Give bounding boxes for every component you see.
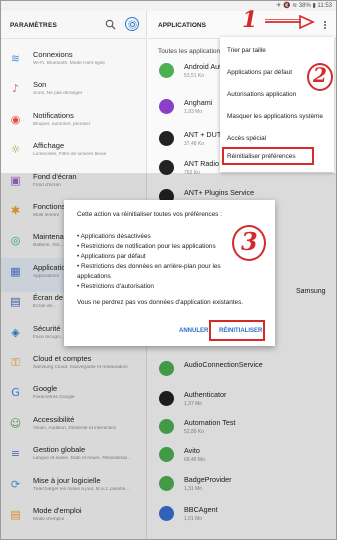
status-bar: ✈ 🔇 ≋ 38% ▮ 11:53 bbox=[1, 1, 336, 11]
search-icon[interactable] bbox=[105, 19, 116, 30]
app-size: 53,51 Ko bbox=[184, 73, 205, 79]
cancel-button[interactable]: ANNULER bbox=[179, 328, 208, 334]
dialog-note: Vous ne perdrez pas vos données d'applic… bbox=[77, 299, 244, 306]
dialog-line: • Applications désactivées bbox=[77, 233, 151, 240]
gear-icon[interactable] bbox=[125, 17, 139, 31]
more-options-icon[interactable] bbox=[322, 20, 328, 32]
settings-item[interactable]: ☼ Affichage Luminosité, Filtre de lumière … bbox=[1, 136, 147, 170]
settings-item-subtitle: Bloquer, autoriser, prioriser bbox=[33, 121, 91, 127]
settings-item-title: Son bbox=[33, 80, 47, 90]
settings-header: PARAMÈTRES bbox=[1, 11, 146, 39]
menu-item-default-apps[interactable]: Applications par défaut bbox=[227, 69, 292, 76]
settings-title: PARAMÈTRES bbox=[10, 22, 58, 29]
app-icon bbox=[159, 99, 174, 114]
app-size: 1,93 Mo bbox=[184, 109, 203, 115]
display-icon: ☼ bbox=[10, 143, 21, 157]
step-3-marker: 3 bbox=[241, 227, 258, 256]
dialog-line: • Applications par défaut bbox=[77, 253, 146, 260]
dialog-line: applications bbox=[77, 273, 111, 280]
app-name: Android Auto bbox=[184, 62, 226, 71]
step-2-marker: 2 bbox=[313, 63, 327, 87]
app-size: 37,48 Ko bbox=[184, 141, 205, 147]
dialog-line: • Restrictions de notification pour les … bbox=[77, 243, 216, 250]
bell-icon: ◉ bbox=[10, 112, 21, 126]
applications-title: APPLICATIONS bbox=[158, 22, 206, 29]
apps-filter-label[interactable]: Toutes les applications bbox=[158, 48, 223, 55]
screen: ✈ 🔇 ≋ 38% ▮ 11:53 PARAMÈTRES ≋ Connexions… bbox=[0, 0, 337, 540]
settings-item[interactable]: ≋ Connexions Wi-Fi, Bluetooth, Mode Hors-l… bbox=[1, 45, 147, 79]
menu-item-app-permissions[interactable]: Autorisations application bbox=[227, 91, 296, 98]
settings-item-title: Affichage bbox=[33, 141, 65, 151]
dialog-line: • Restrictions des données en arrière-pl… bbox=[77, 263, 221, 270]
settings-item-subtitle: Wi-Fi, Bluetooth, Mode Hors-ligne bbox=[33, 61, 105, 66]
settings-item[interactable]: ◉ Notifications Bloquer, autoriser, priori… bbox=[1, 106, 147, 140]
speaker-icon: ♪ bbox=[11, 82, 20, 96]
settings-item-title: Notifications bbox=[33, 110, 74, 120]
wifi-icon: ≋ bbox=[10, 52, 21, 65]
menu-item-special-access[interactable]: Accès spécial bbox=[227, 135, 266, 142]
app-icon bbox=[159, 63, 174, 78]
step-1-arrow-icon bbox=[265, 15, 315, 29]
settings-item[interactable]: ♪ Son Sons, Ne pas déranger bbox=[1, 75, 147, 109]
dialog-intro: Cette action va réinitialiser toutes vos… bbox=[77, 211, 222, 218]
overflow-menu: Trier par taille Applications par défaut… bbox=[220, 37, 334, 172]
menu-item-hide-system-apps[interactable]: Masquer les applications système bbox=[227, 113, 323, 120]
menu-item-sort-size[interactable]: Trier par taille bbox=[227, 47, 266, 54]
settings-item-title: Connexions bbox=[33, 50, 73, 59]
menu-item-reset-preferences[interactable]: Réinitialiser préférences bbox=[227, 153, 296, 160]
app-name: ANT + DUT bbox=[184, 130, 222, 139]
reset-confirm-button[interactable]: RÉINITIALISER bbox=[219, 328, 262, 334]
settings-item-subtitle: Sons, Ne pas déranger bbox=[33, 91, 83, 97]
step-1-marker: 1 bbox=[242, 7, 258, 33]
reset-preferences-dialog: Cette action va réinitialiser toutes vos… bbox=[64, 200, 275, 346]
app-name: Anghami bbox=[184, 98, 213, 107]
app-icon bbox=[159, 131, 174, 146]
settings-item-subtitle: Luminosité, Filtre de lumière bleue bbox=[33, 152, 107, 158]
dialog-line: • Restrictions d'autorisation bbox=[77, 283, 154, 290]
status-indicators: ✈ 🔇 ≋ 38% ▮ 11:53 bbox=[276, 3, 332, 9]
